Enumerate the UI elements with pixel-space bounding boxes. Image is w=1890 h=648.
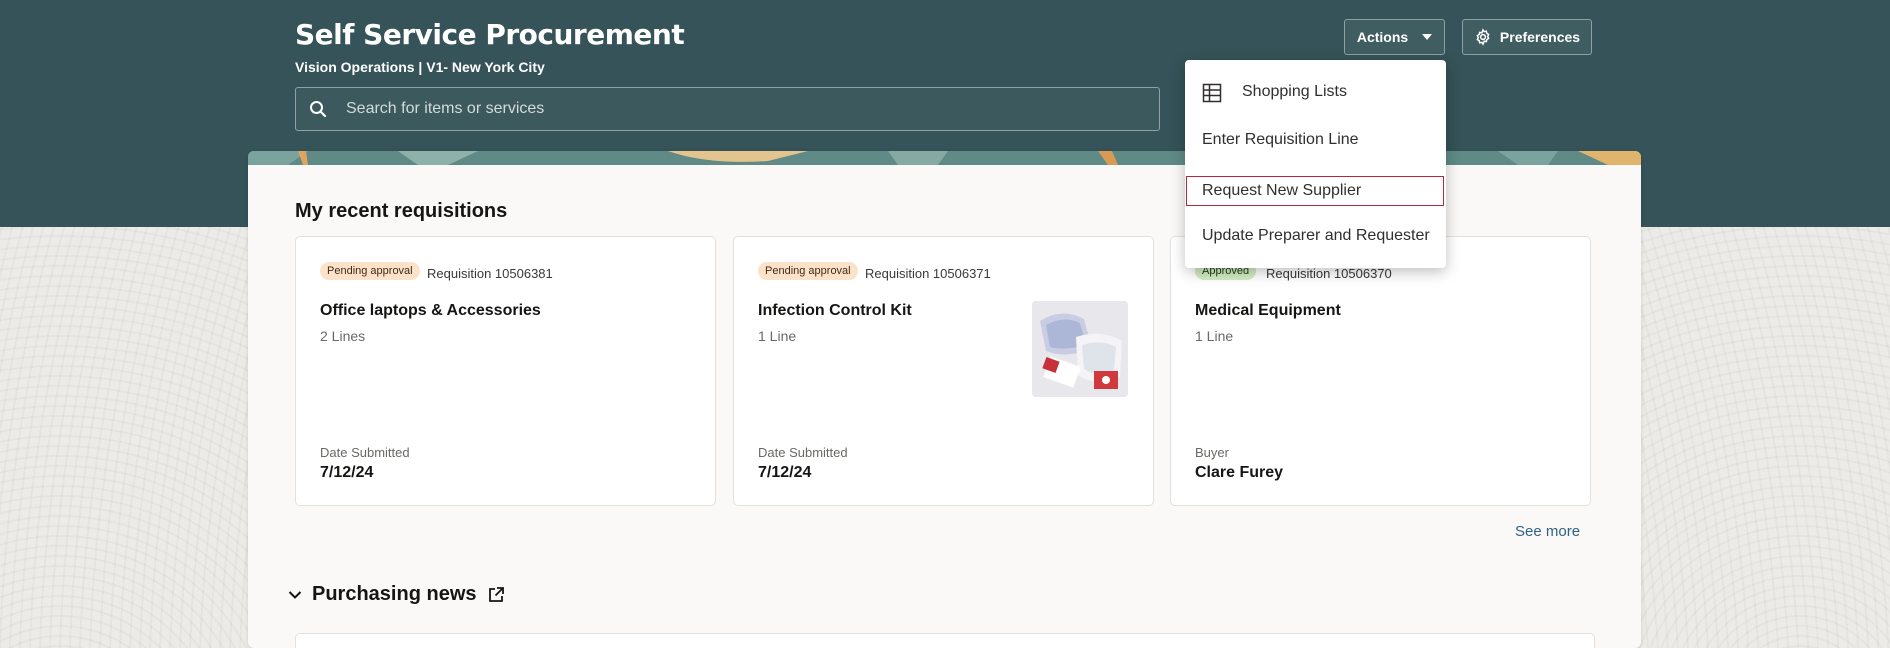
table-icon: [1202, 83, 1222, 103]
requisition-card[interactable]: Pending approval Requisition 10506371 In…: [733, 236, 1154, 506]
purchasing-news-header[interactable]: Purchasing news: [288, 583, 505, 606]
actions-dropdown-menu: Shopping Lists Enter Requisition Line Re…: [1185, 60, 1446, 268]
purchasing-news-heading: Purchasing news: [312, 583, 477, 605]
menu-item-enter-requisition-line[interactable]: Enter Requisition Line: [1185, 125, 1446, 155]
meta-label: Buyer: [1195, 445, 1229, 460]
menu-item-label: Enter Requisition Line: [1202, 131, 1359, 148]
meta-label: Date Submitted: [320, 445, 410, 460]
search-input[interactable]: [340, 88, 1159, 130]
requisition-number: Requisition 10506371: [865, 266, 991, 281]
recent-requisitions-heading: My recent requisitions: [295, 200, 508, 222]
menu-item-label: Shopping Lists: [1242, 83, 1347, 100]
line-count: 1 Line: [758, 328, 797, 344]
gear-icon: [1476, 28, 1490, 46]
line-count: 2 Lines: [320, 328, 366, 344]
caret-down-icon: [1422, 34, 1433, 40]
preferences-button[interactable]: Preferences: [1462, 19, 1592, 55]
menu-item-shopping-lists[interactable]: Shopping Lists: [1185, 77, 1446, 107]
external-link-icon[interactable]: [487, 586, 505, 604]
menu-item-request-new-supplier[interactable]: Request New Supplier: [1186, 176, 1444, 206]
requisition-number: Requisition 10506381: [427, 266, 553, 281]
meta-value: 7/12/24: [758, 464, 812, 481]
preferences-button-label: Preferences: [1499, 29, 1581, 45]
requisition-title[interactable]: Infection Control Kit: [758, 302, 912, 320]
menu-item-update-preparer-and-requester[interactable]: Update Preparer and Requester: [1185, 221, 1446, 251]
status-badge: Pending approval: [758, 262, 858, 280]
page-title: Self Service Procurement: [295, 18, 685, 51]
line-count: 1 Line: [1195, 328, 1234, 344]
product-thumbnail: [1032, 301, 1128, 397]
requisition-card[interactable]: Approved Requisition 10506370 Medical Eq…: [1170, 236, 1591, 506]
menu-item-label: Update Preparer and Requester: [1202, 227, 1430, 244]
meta-value: 7/12/24: [320, 464, 374, 481]
meta-label: Date Submitted: [758, 445, 848, 460]
actions-button-label: Actions: [1356, 29, 1409, 45]
see-more-link[interactable]: See more: [1515, 523, 1580, 540]
actions-button[interactable]: Actions: [1344, 19, 1445, 55]
search-box[interactable]: [295, 87, 1160, 131]
requisition-card[interactable]: Pending approval Requisition 10506381 Of…: [295, 236, 716, 506]
news-card: [295, 633, 1595, 648]
business-unit-subtitle: Vision Operations | V1- New York City: [295, 59, 545, 75]
meta-value: Clare Furey: [1195, 464, 1284, 481]
menu-item-label: Request New Supplier: [1202, 182, 1362, 199]
requisition-title[interactable]: Office laptops & Accessories: [320, 302, 541, 320]
chevron-down-icon[interactable]: [288, 590, 302, 600]
status-badge: Pending approval: [320, 262, 420, 280]
requisition-title[interactable]: Medical Equipment: [1195, 302, 1341, 320]
search-icon: [296, 100, 340, 118]
requisition-number: Requisition 10506370: [1266, 266, 1392, 281]
